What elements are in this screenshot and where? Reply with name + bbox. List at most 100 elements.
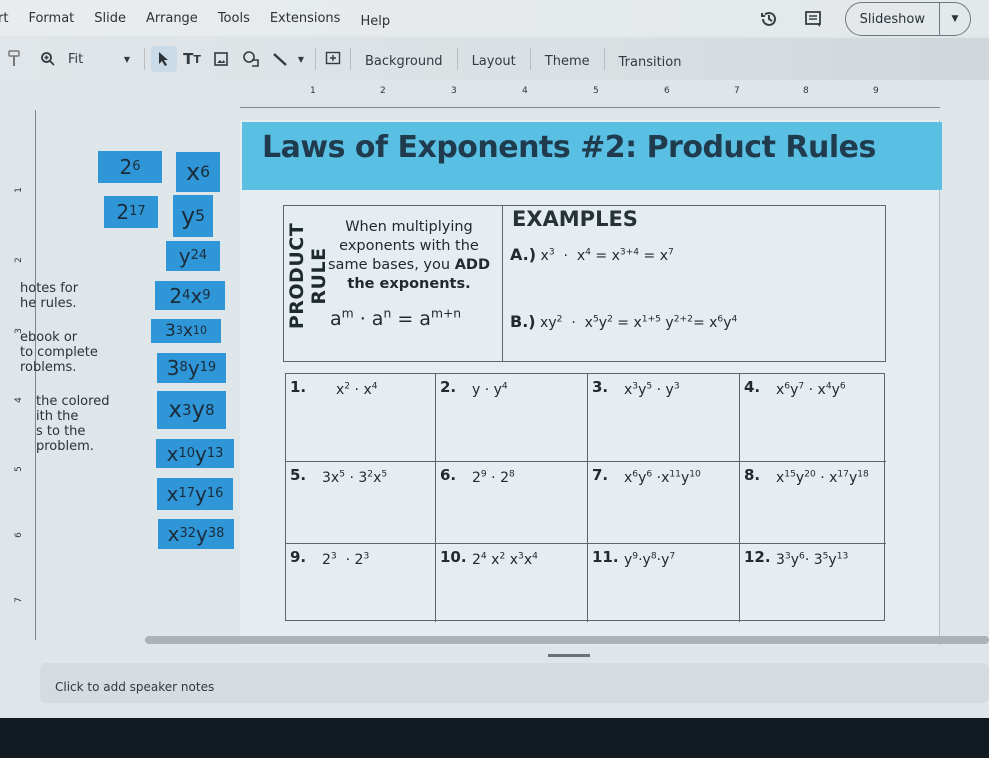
answer-tile[interactable]: 2 17 [104,196,158,228]
example-label: B.) [510,312,536,331]
answer-tile[interactable]: x 17 y 16 [157,478,233,510]
instruction-line: ebook or [20,330,78,345]
notes-resize-handle[interactable] [548,654,590,657]
ruler-tick-label: 4 [522,86,528,96]
comments-icon[interactable] [801,7,825,31]
practice-problems-table[interactable]: 1. x2 · x4 2. y · y4 3. x3y5 · y3 4. x6y7 · x4y… [285,373,886,622]
version-history-icon[interactable] [757,7,781,31]
answer-tile[interactable]: x3y8 [157,391,226,429]
problem-cell[interactable]: 11. y9·y8·y7 [588,544,740,622]
answer-tile[interactable]: y5 [173,195,213,237]
example-expression: x3 · x4 = x3+4 = x7 [540,247,674,264]
problem-cell[interactable]: 4. x6y7 · x4y6 [740,374,886,462]
problem-cell[interactable]: 5. 3x5 · 32x5 [286,462,436,544]
problem-expression: x15y20 · x17y18 [776,469,869,486]
menu-bar: rt Format Slide Arrange Tools Extensions… [0,0,989,36]
speaker-notes-placeholder[interactable]: Click to add speaker notes [55,680,214,694]
offslide-instructions-1[interactable]: hotes for he rules. [20,281,78,311]
line-icon[interactable] [267,46,293,72]
example-label: A.) [510,245,537,264]
problem-number: 1. [290,378,307,396]
answer-tile[interactable]: x 32 y 38 [158,519,234,549]
rule-box-divider [502,206,503,361]
problem-expression: 23 · 23 [322,551,370,568]
offslide-instructions-3[interactable]: the colored ith the s to the problem. [36,394,109,454]
problem-expression: x3y5 · y3 [624,381,680,398]
problem-cell[interactable]: 2. y · y4 [436,374,588,462]
ruler-tick-label: 7 [13,597,24,603]
menu-tools[interactable]: Tools [218,11,250,26]
problem-expression: 3x5 · 32x5 [322,469,388,486]
layout-button[interactable]: Layout [464,48,524,74]
background-button[interactable]: Background [357,48,451,74]
horizontal-scrollbar[interactable] [145,636,989,644]
menu-arrange[interactable]: Arrange [146,11,198,26]
problem-expression: x6y7 · x4y6 [776,381,846,398]
zoom-select[interactable]: Fit [60,46,110,72]
problem-number: 10. [440,548,467,566]
example-expression: xy2 · x5y2 = x1+5 y2+2= x6y4 [540,314,738,331]
answer-tile[interactable]: x 10 y 13 [156,439,234,468]
menu-insert[interactable]: rt [0,11,8,26]
problem-expression: 33y6· 35y13 [776,551,849,568]
example-b[interactable]: B.) xy2 · x5y2 = x1+5 y2+2= x6y4 [510,312,737,331]
product-rule-formula[interactable]: am · an = am+n [330,307,461,330]
slideshow-button[interactable]: Slideshow ▼ [844,2,971,36]
answer-tile[interactable]: x6 [176,152,220,192]
toolbar-divider [529,48,531,70]
slideshow-label[interactable]: Slideshow [846,3,940,35]
horizontal-ruler[interactable]: 1 2 3 4 5 6 7 8 9 [240,86,940,108]
menu-help[interactable]: Help [360,14,390,29]
answer-tile[interactable]: 3 3 x 10 [151,319,221,343]
zoom-icon[interactable] [36,46,60,72]
offslide-instructions-2[interactable]: ebook or to complete roblems. [20,330,98,375]
example-a[interactable]: A.) x3 · x4 = x3+4 = x7 [510,245,674,264]
instruction-line: ith the [36,409,79,424]
shape-icon[interactable] [235,46,267,72]
problem-cell[interactable]: 9. 23 · 23 [286,544,436,622]
text-box-icon[interactable]: TT [177,46,207,72]
problem-number: 5. [290,466,307,484]
toolbar: Fit ▼ TT ▼ Background Layout Theme Trans… [0,38,989,80]
instruction-line: roblems. [20,360,77,375]
product-rule-text[interactable]: When multiplying exponents with the same… [318,218,500,294]
menu-extensions[interactable]: Extensions [270,11,341,26]
examples-heading[interactable]: EXAMPLES [512,207,638,231]
line-dropdown-icon[interactable]: ▼ [293,46,309,72]
chevron-down-icon[interactable]: ▼ [940,14,970,24]
ruler-tick-label: 6 [13,532,24,538]
instruction-line: hotes for [20,281,79,296]
transition-button[interactable]: Transition [611,49,690,75]
problem-cell[interactable]: 7. x6y6 ·x11y10 [588,462,740,544]
menu-format[interactable]: Format [28,11,74,26]
problem-number: 7. [592,466,609,484]
rule-text-bold: the exponents. [347,276,471,292]
problem-number: 2. [440,378,457,396]
problem-cell[interactable]: 1. x2 · x4 [286,374,436,462]
toolbar-divider [456,48,458,70]
paint-format-icon[interactable] [2,46,26,72]
insert-image-icon[interactable] [207,46,235,72]
answer-tile[interactable]: 26 [98,151,162,183]
answer-tile[interactable]: 3 8 y 19 [157,353,226,383]
problem-expression: y9·y8·y7 [624,551,676,568]
theme-button[interactable]: Theme [537,48,598,74]
menu-slide[interactable]: Slide [94,11,126,26]
ruler-tick-label: 8 [803,86,809,96]
toolbar-divider [350,48,351,70]
problem-cell[interactable]: 3. x3y5 · y3 [588,374,740,462]
problem-cell[interactable]: 10. 24 x2 x3x4 [436,544,588,622]
problem-cell[interactable]: 6. 29 · 28 [436,462,588,544]
toolbar-divider [603,48,605,70]
answer-tile[interactable]: y 24 [166,241,220,271]
instruction-line: to complete [20,345,98,360]
answer-tile[interactable]: 24x9 [155,281,225,310]
select-tool-icon[interactable] [151,46,177,72]
slide-title[interactable]: Laws of Exponents #2: Product Rules [262,130,876,165]
problem-cell[interactable]: 8. x15y20 · x17y18 [740,462,886,544]
zoom-dropdown-icon[interactable]: ▼ [116,46,138,72]
add-comment-icon[interactable] [322,46,344,72]
product-rule-label[interactable]: PRODUCT RULE [286,196,330,356]
problem-cell[interactable]: 12. 33y6· 35y13 [740,544,886,622]
vertical-ruler[interactable]: 1 2 3 4 5 6 7 [14,110,36,640]
